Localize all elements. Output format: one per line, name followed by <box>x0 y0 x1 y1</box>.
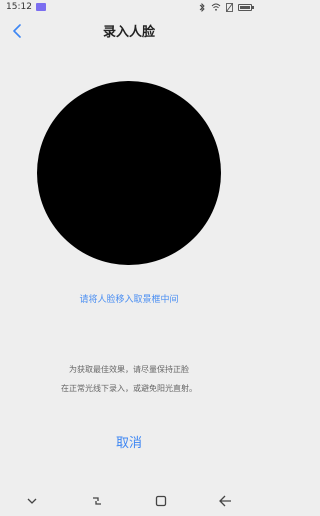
page-title: 录入人脸 <box>102 24 155 40</box>
nav-hide-button[interactable] <box>22 491 42 511</box>
battery-icon <box>238 3 254 11</box>
recent-apps-icon <box>92 497 101 505</box>
no-sim-icon <box>226 2 233 12</box>
tip-line-2: 在正常光线下录入，或避免阳光直射。 <box>61 384 197 393</box>
tip-line-1: 为获取最佳效果，请尽量保持正脸 <box>69 365 189 374</box>
chevron-down-icon <box>27 498 37 504</box>
status-right <box>199 2 254 12</box>
status-bar: 15:12 <box>0 0 258 14</box>
face-position-hint: 请将人脸移入取景框中间 <box>79 295 179 305</box>
chevron-left-icon <box>13 24 21 38</box>
bluetooth-icon <box>199 2 205 12</box>
status-left: 15:12 <box>6 2 46 12</box>
nav-recent-button[interactable] <box>87 491 107 511</box>
gallery-notification-icon <box>35 3 46 11</box>
face-viewfinder <box>37 81 221 265</box>
cancel-button[interactable]: 取消 <box>100 430 158 452</box>
navigation-bar <box>0 486 258 516</box>
wifi-icon <box>211 3 221 11</box>
back-button[interactable] <box>8 22 26 40</box>
back-arrow-icon <box>219 495 232 507</box>
status-time: 15:12 <box>6 2 32 12</box>
nav-home-button[interactable] <box>151 491 171 511</box>
screen: 15:12 录入人脸 请将人脸移入取景框中间 为获取最佳效果，请尽量保持正脸 在… <box>0 0 258 516</box>
nav-back-button[interactable] <box>216 491 236 511</box>
home-square-icon <box>156 495 167 507</box>
header: 录入人脸 <box>0 14 258 46</box>
